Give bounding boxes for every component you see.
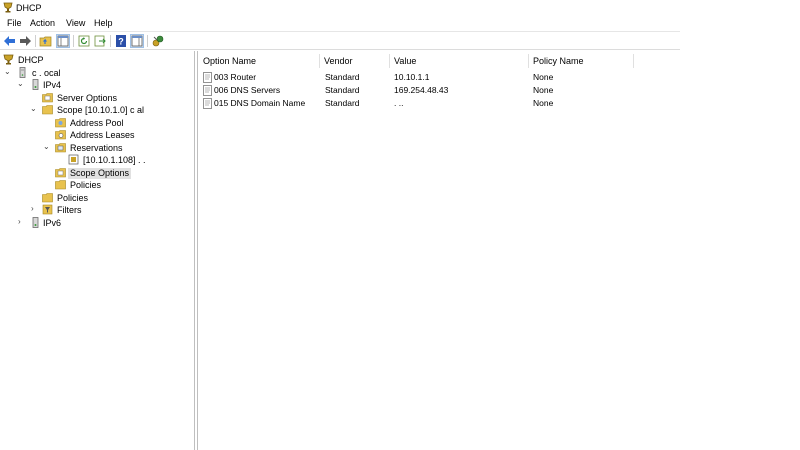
list-header: Option Name Vendor Value Policy Name — [199, 54, 634, 68]
export-list-icon[interactable] — [93, 34, 107, 48]
table-row[interactable]: 006 DNS Servers Standard 169.254.48.43 N… — [199, 84, 634, 97]
toolbar-separator — [147, 35, 148, 47]
tree-label: Scope [10.10.1.0] c al — [57, 105, 145, 115]
address-pool-icon — [55, 117, 66, 128]
tree-label: [10.10.1.108] . . — [83, 155, 146, 165]
folder-icon — [55, 179, 66, 190]
cell-policy-name: None — [533, 85, 554, 95]
back-arrow-icon[interactable] — [3, 34, 17, 48]
chevron-down-icon[interactable]: ⌄ — [30, 104, 38, 116]
toolbar-separator — [73, 35, 74, 47]
refresh-icon[interactable] — [77, 34, 91, 48]
tree-label: DHCP — [18, 55, 44, 65]
ipv6-icon — [30, 217, 41, 228]
toolbar-separator — [35, 35, 36, 47]
tree-label: IPv4 — [43, 80, 62, 90]
dhcp-icon — [3, 54, 14, 65]
reservations-icon — [55, 142, 66, 153]
tree-label: Address Pool — [70, 118, 124, 128]
options-list: Option Name Vendor Value Policy Name 003… — [199, 51, 680, 450]
tree-label: Policies — [70, 180, 102, 190]
folder-icon — [42, 192, 53, 203]
tree-label: Scope Options — [68, 168, 132, 179]
chevron-down-icon[interactable]: ⌄ — [43, 142, 51, 154]
cell-vendor: Standard — [325, 85, 360, 95]
title-bar: DHCP — [0, 0, 680, 16]
cell-value: 10.10.1.1 — [394, 72, 430, 82]
folder-icon — [42, 104, 53, 115]
cell-value: 169.254.48.43 — [394, 85, 449, 95]
toolbar: ? — [0, 31, 680, 50]
cell-vendor: Standard — [325, 98, 360, 108]
tree-label: c . ocal — [32, 68, 61, 78]
folder-icon — [42, 92, 53, 103]
column-header-value[interactable]: Value — [390, 54, 529, 68]
server-icon — [17, 67, 28, 78]
menu-action[interactable]: Action — [30, 18, 55, 28]
tree-label: Reservations — [70, 143, 123, 153]
column-header-option-name[interactable]: Option Name — [199, 54, 320, 68]
folder-icon — [55, 167, 66, 178]
table-row[interactable]: 003 Router Standard 10.10.1.1 None — [199, 71, 634, 84]
cell-option-name: 003 Router — [214, 72, 257, 82]
cell-policy-name: None — [533, 98, 554, 108]
option-icon — [203, 85, 212, 96]
cell-option-name: 015 DNS Domain Name — [214, 98, 306, 108]
column-header-vendor[interactable]: Vendor — [320, 54, 390, 68]
console-tree: DHCP ⌄ c . ocal ⌄ IPv4 Server Options ⌄ … — [0, 51, 194, 450]
cell-vendor: Standard — [325, 72, 360, 82]
toolbar-separator — [110, 35, 111, 47]
menu-help[interactable]: Help — [94, 18, 113, 28]
tree-label: Address Leases — [70, 130, 135, 140]
dhcp-console-window: DHCP File Action View Help ? DHCP ⌄ c . … — [0, 0, 680, 450]
dhcp-app-icon — [3, 2, 13, 13]
cell-policy-name: None — [533, 72, 554, 82]
chevron-right-icon[interactable]: › — [31, 204, 39, 216]
tree-label: Server Options — [57, 93, 118, 103]
option-icon — [203, 98, 212, 109]
tree-label: IPv6 — [43, 218, 62, 228]
ipv4-icon — [30, 79, 41, 90]
cell-option-name: 006 DNS Servers — [214, 85, 281, 95]
menu-file[interactable]: File — [7, 18, 22, 28]
menu-bar: File Action View Help — [0, 16, 680, 30]
filter-icon — [42, 204, 53, 215]
column-header-policy-name[interactable]: Policy Name — [529, 54, 634, 68]
window-title: DHCP — [16, 3, 42, 13]
table-row[interactable]: 015 DNS Domain Name Standard . .. None — [199, 97, 634, 110]
show-hide-tree-icon[interactable] — [56, 34, 70, 48]
chevron-down-icon[interactable]: ⌄ — [4, 67, 12, 79]
up-folder-icon[interactable] — [39, 34, 53, 48]
address-leases-icon — [55, 129, 66, 140]
menu-view[interactable]: View — [66, 18, 85, 28]
cell-value: . .. — [394, 98, 404, 108]
dhcp-manage-icon[interactable] — [151, 34, 165, 48]
pane-splitter[interactable] — [194, 51, 198, 450]
option-icon — [203, 72, 212, 83]
svg-text:?: ? — [118, 37, 124, 47]
tree-label: Policies — [57, 193, 89, 203]
tree-label: Filters — [57, 205, 82, 215]
help-icon[interactable]: ? — [114, 34, 128, 48]
chevron-down-icon[interactable]: ⌄ — [17, 79, 25, 91]
forward-arrow-icon[interactable] — [18, 34, 32, 48]
show-hide-action-pane-icon[interactable] — [130, 34, 144, 48]
chevron-right-icon[interactable]: › — [18, 217, 26, 229]
reservation-icon — [68, 154, 79, 165]
